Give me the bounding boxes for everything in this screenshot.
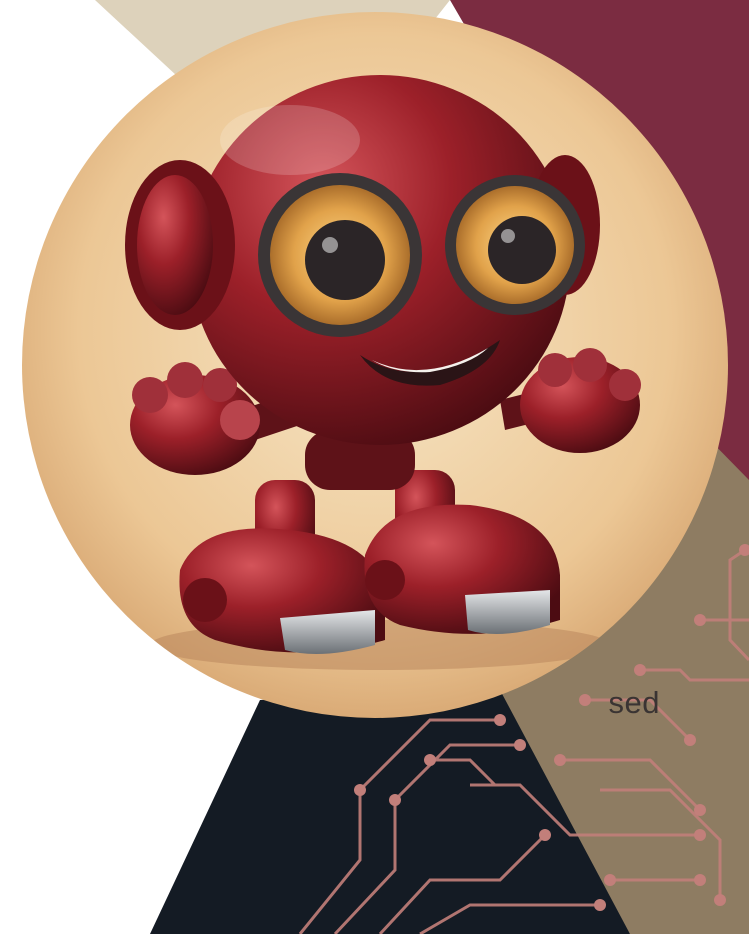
slide-canvas: vice sed <box>0 0 749 934</box>
robot-left-eye <box>258 173 422 337</box>
robot-right-eye <box>445 175 585 315</box>
robot-image <box>22 12 728 718</box>
